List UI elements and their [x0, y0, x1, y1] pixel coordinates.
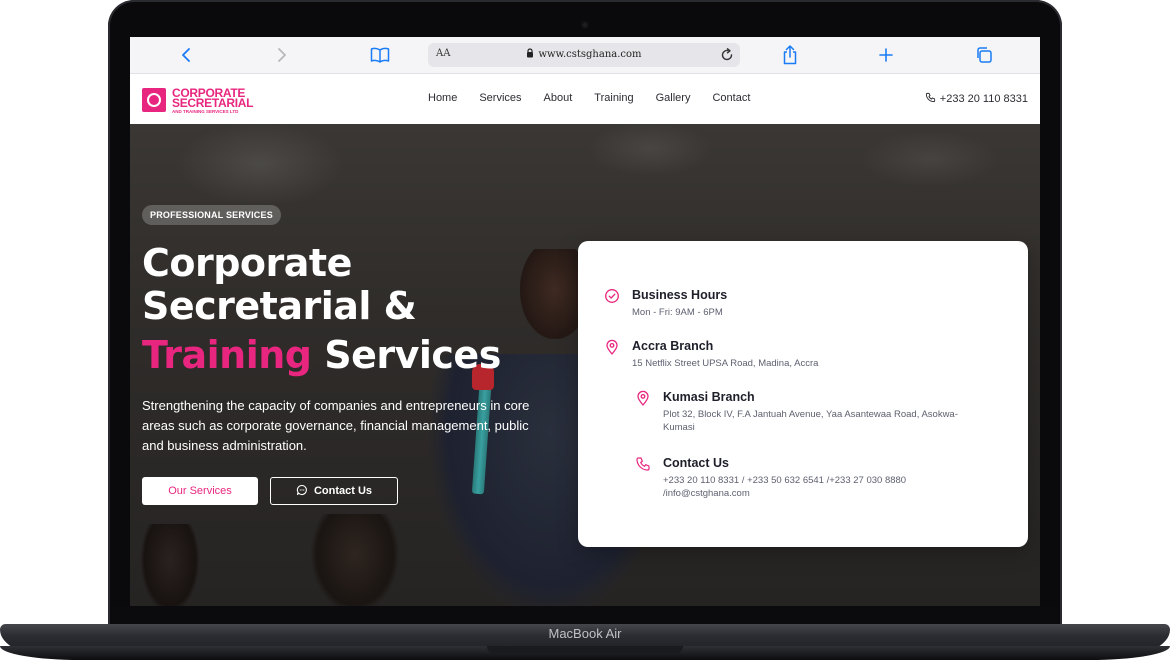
- hero-photo-audience: [310, 514, 400, 606]
- logo-mark-icon: [142, 88, 166, 112]
- contact-us-button-label: Contact Us: [313, 485, 373, 497]
- hero-title-rest: Services: [324, 333, 501, 377]
- hero-photo-audience: [140, 524, 200, 606]
- hero-title-highlight: Training: [142, 333, 312, 377]
- address-bar[interactable]: AA www.cstsghana.com: [428, 43, 740, 67]
- laptop-notch: [487, 646, 683, 654]
- nav-link-gallery[interactable]: Gallery: [656, 92, 691, 104]
- hero-section: PROFESSIONAL SERVICES Corporate Secretar…: [130, 124, 1040, 606]
- hero-title-line1: Corporate: [142, 241, 352, 285]
- camera-icon: [581, 21, 589, 29]
- accra-branch-item: Accra Branch 15 Netflix Street UPSA Road…: [606, 339, 972, 370]
- logo-text-line2: SECRETARIAL: [172, 96, 254, 110]
- kumasi-branch-detail: Plot 32, Block IV, F.A Jantuah Avenue, Y…: [663, 409, 958, 433]
- check-circle-icon: [604, 288, 620, 304]
- nav-link-services[interactable]: Services: [479, 92, 521, 104]
- kumasi-branch-title: Kumasi Branch: [663, 390, 755, 404]
- lock-icon: [526, 48, 534, 61]
- contact-us-item: Contact Us +233 20 110 8331 / +233 50 63…: [636, 456, 973, 500]
- nav-link-home[interactable]: Home: [428, 92, 457, 104]
- browser-toolbar: AA www.cstsghana.com: [130, 37, 1040, 74]
- header-phone[interactable]: +233 20 110 8331: [925, 92, 1028, 106]
- reload-icon[interactable]: [720, 47, 734, 66]
- nav-link-training[interactable]: Training: [594, 92, 633, 104]
- tabs-overview-icon[interactable]: [972, 43, 996, 67]
- nav-link-contact[interactable]: Contact: [712, 92, 750, 104]
- forward-chevron-icon[interactable]: [270, 43, 294, 67]
- hero-title-line2: Secretarial &: [142, 284, 417, 328]
- bookmarks-book-icon[interactable]: [368, 43, 392, 67]
- url-text: www.cstsghana.com: [538, 49, 642, 60]
- accra-branch-detail: 15 Netflix Street UPSA Road, Madina, Acc…: [632, 358, 819, 369]
- new-tab-plus-icon[interactable]: [874, 43, 898, 67]
- accra-branch-title: Accra Branch: [632, 339, 714, 353]
- business-hours-detail: Mon - Fri: 9AM - 6PM: [632, 307, 723, 318]
- hero-title: Corporate Secretarial & Training Service…: [142, 242, 562, 377]
- hero-title-line3: Training Services: [142, 334, 562, 377]
- back-chevron-icon[interactable]: [174, 43, 198, 67]
- location-pin-icon: [635, 390, 651, 406]
- our-services-button[interactable]: Our Services: [142, 477, 258, 505]
- business-hours-title: Business Hours: [632, 288, 728, 302]
- site-logo[interactable]: CORPORATE SECRETARIAL AND TRAINING SERVI…: [142, 84, 262, 114]
- info-card: Business Hours Mon - Fri: 9AM - 6PM Accr…: [578, 241, 1028, 547]
- model-label: MacBook Air: [548, 626, 622, 641]
- site-header: CORPORATE SECRETARIAL AND TRAINING SERVI…: [130, 74, 1040, 124]
- screen: AA www.cstsghana.com CORPORATE SECRETARI…: [130, 37, 1040, 606]
- phone-icon: [925, 92, 936, 106]
- kumasi-branch-item: Kumasi Branch Plot 32, Block IV, F.A Jan…: [637, 390, 973, 434]
- contact-us-detail[interactable]: +233 20 110 8331 / +233 50 632 6541 /+23…: [663, 474, 973, 500]
- contact-us-button[interactable]: Contact Us: [270, 477, 398, 505]
- hero-badge: PROFESSIONAL SERVICES: [142, 205, 281, 225]
- location-pin-icon: [604, 339, 620, 355]
- hero-description: Strengthening the capacity of companies …: [142, 398, 530, 453]
- logo-text-line3: AND TRAINING SERVICES LTD: [172, 109, 239, 114]
- business-hours-item: Business Hours Mon - Fri: 9AM - 6PM: [605, 288, 972, 319]
- contact-us-title: Contact Us: [663, 456, 729, 470]
- nav-link-about[interactable]: About: [544, 92, 573, 104]
- phone-icon: [635, 456, 651, 472]
- share-icon[interactable]: [778, 43, 802, 67]
- chat-bubble-icon: [296, 484, 308, 499]
- header-phone-number: +233 20 110 8331: [939, 93, 1028, 105]
- main-nav: Home Services About Training Gallery Con…: [428, 92, 772, 104]
